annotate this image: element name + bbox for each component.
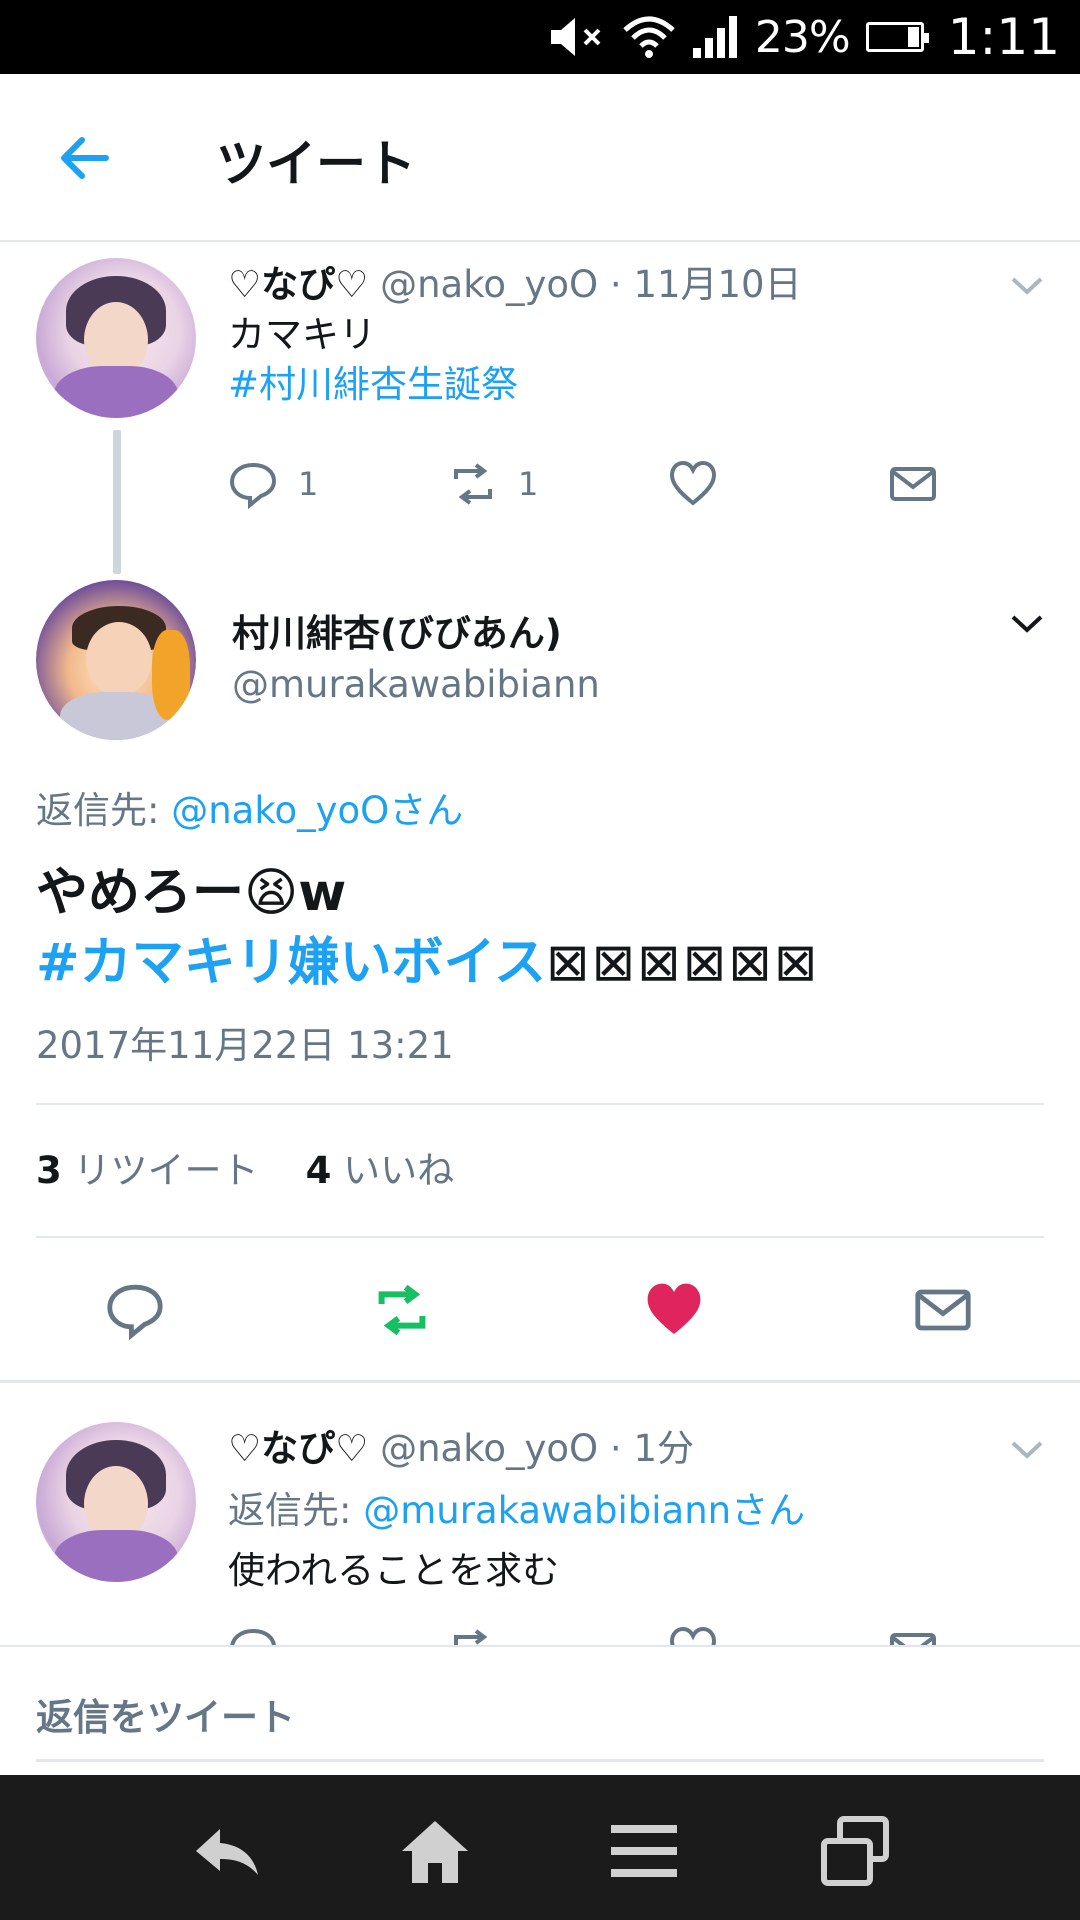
reply-label: 返信先: — [228, 1489, 352, 1532]
divider — [36, 1236, 1044, 1238]
handle[interactable]: @murakawabibiann — [232, 663, 600, 706]
recent-apps-icon[interactable] — [818, 1815, 892, 1889]
retweets-count[interactable]: 3 — [36, 1149, 62, 1192]
handle[interactable]: @nako_yoO — [380, 1427, 598, 1470]
tweet-text: やめろー😫w — [36, 863, 347, 923]
engagement-stats: 3 リツイート 4 いいね — [36, 1140, 454, 1194]
menu-icon[interactable] — [607, 1815, 681, 1889]
display-name[interactable]: ♡なぴ♡ — [228, 1427, 368, 1470]
section-divider — [0, 1380, 1080, 1383]
share-button[interactable] — [888, 1620, 938, 1645]
reply-icon[interactable] — [105, 1280, 165, 1340]
back-icon[interactable] — [190, 1815, 264, 1889]
reply-label: 返信先: — [36, 789, 160, 832]
avatar[interactable] — [36, 580, 196, 740]
display-name[interactable]: 村川緋杏(びびあん) — [232, 603, 562, 657]
timestamp: 1分 — [633, 1427, 694, 1470]
avatar[interactable] — [36, 1422, 196, 1582]
reply-context: 返信先: @nako_yoOさん — [36, 780, 463, 834]
likes-count[interactable]: 4 — [306, 1149, 332, 1192]
reply-tweet[interactable]: ♡なぴ♡ @nako_yoO · 1分 返信先: @murakawabibian… — [0, 1410, 1080, 1645]
retweet-icon[interactable] — [372, 1280, 432, 1340]
retweets-label[interactable]: リツイート — [74, 1149, 259, 1192]
mail-icon[interactable] — [913, 1280, 973, 1340]
tweet-header: ♡なぴ♡ @nako_yoO · 1分 — [228, 1418, 694, 1472]
system-nav-bar — [0, 1775, 1080, 1920]
reply-button[interactable] — [228, 1620, 278, 1645]
tweet-text: 使われることを求む — [228, 1549, 560, 1592]
heart-icon — [669, 1626, 717, 1645]
tweet-actions — [0, 1280, 1080, 1350]
retweet-button[interactable] — [448, 1620, 498, 1645]
reply-input[interactable]: 返信をツイート — [36, 1687, 295, 1741]
tweet-actions — [228, 1620, 988, 1645]
focused-tweet: 村川緋杏(びびあん) @murakawabibiann 返信先: @nako_y… — [0, 0, 1080, 1380]
mail-icon — [890, 1633, 936, 1645]
reply-composer[interactable]: 返信をツイート — [0, 1645, 1080, 1775]
chevron-down-icon[interactable] — [1010, 1440, 1044, 1460]
retweet-icon — [454, 1629, 488, 1645]
reply-to-link[interactable]: @nako_yoOさん — [171, 789, 463, 832]
like-button[interactable] — [668, 1620, 718, 1645]
reply-underline — [36, 1759, 1044, 1762]
chevron-down-icon[interactable] — [1010, 614, 1044, 634]
heart-icon[interactable] — [644, 1280, 704, 1340]
separator-dot: · — [609, 1427, 622, 1470]
reply-to-link[interactable]: @murakawabibiannさん — [363, 1489, 805, 1532]
tweet-date: 2017年11月22日 13:21 — [36, 1024, 454, 1067]
divider — [36, 1103, 1044, 1105]
unsupported-glyphs: ⊠⊠⊠⊠⊠⊠ — [546, 933, 820, 993]
tweet-text-line2: #カマキリ嫌いボイス⊠⊠⊠⊠⊠⊠ — [36, 920, 819, 995]
likes-label[interactable]: いいね — [343, 1149, 454, 1192]
home-icon[interactable] — [398, 1815, 472, 1889]
reply-icon — [230, 1628, 276, 1645]
hashtag-link[interactable]: #カマキリ嫌いボイス — [36, 933, 546, 993]
reply-context: 返信先: @murakawabibiannさん — [228, 1480, 805, 1534]
